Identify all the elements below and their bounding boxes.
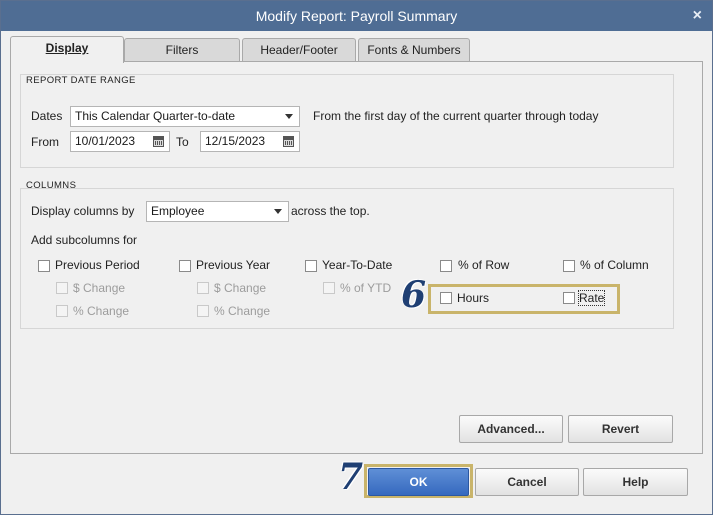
to-date-value: 12/15/2023 xyxy=(205,134,266,148)
dates-description: From the first day of the current quarte… xyxy=(313,109,599,123)
py-dollar-change-label: $ Change xyxy=(214,281,267,295)
display-tab-panel: REPORT DATE RANGE Dates This Calendar Qu… xyxy=(10,61,703,454)
dates-label: Dates xyxy=(31,109,63,123)
calendar-icon[interactable] xyxy=(283,136,294,147)
add-subcolumns-label: Add subcolumns for xyxy=(31,233,138,247)
advanced-button[interactable]: Advanced... xyxy=(459,415,563,443)
tab-fonts-numbers-label: Fonts & Numbers xyxy=(367,43,461,57)
from-date-value: 10/01/2023 xyxy=(75,134,136,148)
pct-of-column-label: % of Column xyxy=(580,258,649,272)
tab-header-footer-label: Header/Footer xyxy=(260,43,338,57)
chevron-down-icon xyxy=(274,209,282,214)
title-bar: Modify Report: Payroll Summary × xyxy=(1,1,712,31)
py-pct-change-label: % Change xyxy=(214,304,271,318)
year-to-date-label: Year-To-Date xyxy=(322,258,393,272)
pp-pct-change-label: % Change xyxy=(73,304,130,318)
pct-of-column-checkbox[interactable] xyxy=(563,260,575,272)
close-icon[interactable]: × xyxy=(693,1,702,31)
window-title: Modify Report: Payroll Summary xyxy=(255,8,458,24)
to-date-field[interactable]: 12/15/2023 xyxy=(200,131,300,152)
dates-dropdown[interactable]: This Calendar Quarter-to-date xyxy=(70,106,300,127)
previous-period-label: Previous Period xyxy=(55,258,140,272)
columns-title: COLUMNS xyxy=(26,180,77,191)
callout-step-6: 6 xyxy=(401,274,427,316)
previous-period-checkbox[interactable] xyxy=(38,260,50,272)
revert-button[interactable]: Revert xyxy=(568,415,673,443)
pct-of-row-checkbox[interactable] xyxy=(440,260,452,272)
year-to-date-checkbox[interactable] xyxy=(305,260,317,272)
pp-dollar-change-label: $ Change xyxy=(73,281,126,295)
to-label: To xyxy=(176,135,189,149)
tab-header-footer[interactable]: Header/Footer xyxy=(242,38,356,62)
display-columns-label: Display columns by xyxy=(31,204,135,218)
previous-year-label: Previous Year xyxy=(196,258,271,272)
display-columns-dropdown[interactable]: Employee xyxy=(146,201,289,222)
calendar-icon[interactable] xyxy=(153,136,164,147)
modify-report-dialog: Modify Report: Payroll Summary × Display… xyxy=(0,0,713,515)
from-date-field[interactable]: 10/01/2023 xyxy=(70,131,170,152)
chevron-down-icon xyxy=(285,114,293,119)
tab-filters[interactable]: Filters xyxy=(124,38,240,62)
help-button[interactable]: Help xyxy=(583,468,688,496)
tab-display-label: Display xyxy=(45,41,89,55)
previous-year-checkbox[interactable] xyxy=(179,260,191,272)
py-pct-change-checkbox xyxy=(197,305,209,317)
callout-highlight-hours-rate xyxy=(428,284,620,314)
across-label: across the top. xyxy=(291,204,370,218)
ok-button[interactable]: OK xyxy=(368,468,469,496)
cancel-button[interactable]: Cancel xyxy=(475,468,579,496)
callout-step-7: 7 xyxy=(338,456,364,498)
pct-of-row-label: % of Row xyxy=(458,258,510,272)
tab-fonts-numbers[interactable]: Fonts & Numbers xyxy=(358,38,470,62)
pct-of-ytd-label: % of YTD xyxy=(340,281,392,295)
pp-pct-change-checkbox xyxy=(56,305,68,317)
dates-dropdown-value: This Calendar Quarter-to-date xyxy=(75,109,236,123)
report-date-range-title: REPORT DATE RANGE xyxy=(26,75,136,86)
from-label: From xyxy=(31,135,59,149)
pp-dollar-change-checkbox xyxy=(56,282,68,294)
py-dollar-change-checkbox xyxy=(197,282,209,294)
pct-of-ytd-checkbox xyxy=(323,282,335,294)
display-columns-value: Employee xyxy=(151,204,205,218)
tab-filters-label: Filters xyxy=(165,43,199,57)
tab-display[interactable]: Display xyxy=(10,36,124,63)
